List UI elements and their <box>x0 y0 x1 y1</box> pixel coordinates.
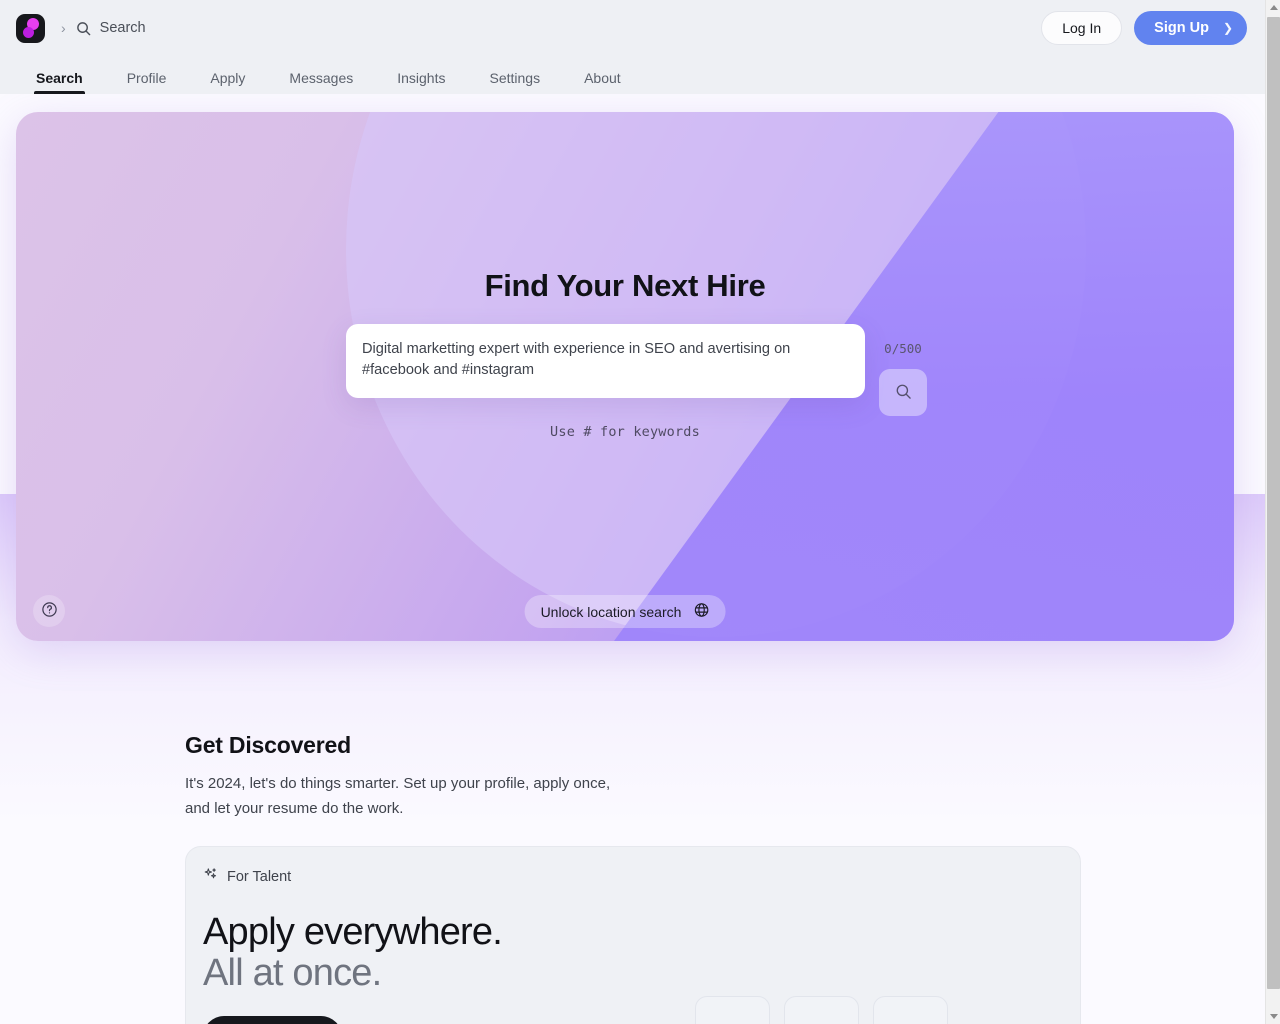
tab-about[interactable]: About <box>584 71 621 94</box>
page-scroll-region: Find Your Next Hire 0/500 <box>0 94 1265 1024</box>
vertical-scrollbar[interactable] <box>1265 0 1280 1024</box>
signup-button[interactable]: Sign Up ❯ <box>1134 11 1247 45</box>
logo-blob-lower <box>23 26 34 38</box>
tab-apply[interactable]: Apply <box>210 71 245 94</box>
search-input[interactable] <box>346 324 865 398</box>
talent-headline-line-1: Apply everywhere. <box>203 911 503 953</box>
unlock-location-label: Unlock location search <box>540 603 682 620</box>
search-icon <box>76 21 91 36</box>
talent-headline: Apply everywhere. All at once. <box>203 912 673 994</box>
for-talent-card: For Talent Apply everywhere. All at once… <box>185 846 1081 1024</box>
login-button[interactable]: Log In <box>1041 11 1123 45</box>
globe-icon <box>693 602 709 621</box>
scrollbar-thumb[interactable] <box>1267 17 1280 989</box>
unlock-location-search-button[interactable]: Unlock location search <box>524 595 726 628</box>
question-circle-icon <box>41 601 58 621</box>
tab-profile[interactable]: Profile <box>127 71 167 94</box>
search-submit-button[interactable] <box>879 369 927 416</box>
step-card-1[interactable]: 1 <box>695 996 770 1024</box>
page-title: Find Your Next Hire <box>484 268 766 303</box>
for-talent-label: For Talent <box>227 868 292 885</box>
character-counter: 0/500 <box>884 341 922 356</box>
scroll-down-arrow[interactable] <box>1266 1009 1280 1024</box>
tab-insights[interactable]: Insights <box>397 71 445 94</box>
get-discovered-section: Get Discovered It's 2024, let's do thing… <box>185 732 1081 1024</box>
search-hint: Use # for keywords <box>550 424 700 440</box>
chevron-right-icon: ❯ <box>1222 21 1233 35</box>
help-button[interactable] <box>33 595 65 627</box>
step-cards: 1 2 3 <box>673 962 1056 1024</box>
for-talent-card-left: For Talent Apply everywhere. All at once… <box>203 867 673 1024</box>
step-card-3[interactable]: 3 <box>873 996 948 1024</box>
hero-banner: Find Your Next Hire 0/500 <box>16 112 1234 641</box>
search-side-column: 0/500 <box>879 324 927 416</box>
scroll-up-arrow[interactable] <box>1266 0 1280 15</box>
main-tabs: Search Profile Apply Messages Insights S… <box>0 56 1265 94</box>
step-card-2[interactable]: 2 <box>784 996 859 1024</box>
talent-headline-line-2: All at once. <box>203 952 382 994</box>
sparkles-icon <box>203 867 218 886</box>
breadcrumb[interactable]: Search <box>76 20 146 36</box>
hero-search-row: 0/500 <box>346 324 927 416</box>
app-logo-icon[interactable] <box>16 13 45 43</box>
breadcrumb-label: Search <box>99 20 146 36</box>
for-talent-eyebrow: For Talent <box>203 867 673 886</box>
section-title: Get Discovered <box>185 732 351 758</box>
section-body: It's 2024, let's do things smarter. Set … <box>185 775 611 817</box>
chevron-right-icon: › <box>61 20 66 36</box>
apply-now-button[interactable]: Apply Now ❯ <box>203 1016 342 1024</box>
signup-label: Sign Up <box>1154 20 1209 36</box>
tab-messages[interactable]: Messages <box>289 71 353 94</box>
app-root: › Search Log In Sign Up ❯ Search Profile… <box>0 0 1265 1024</box>
top-bar: › Search Log In Sign Up ❯ <box>0 0 1265 56</box>
tab-settings[interactable]: Settings <box>489 71 540 94</box>
tab-search[interactable]: Search <box>34 71 85 94</box>
search-icon <box>895 383 912 403</box>
